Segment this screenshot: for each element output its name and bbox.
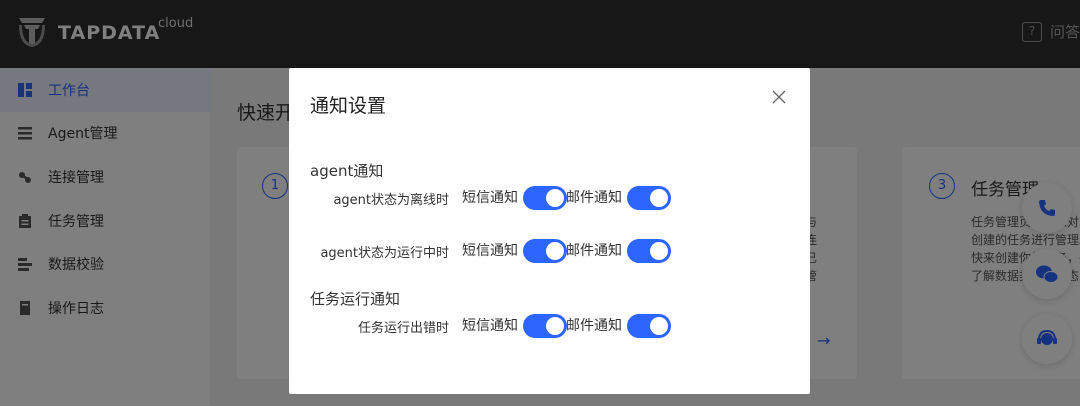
notification-row: 任务运行出错时 短信通知 邮件通知 (289, 313, 810, 339)
toggle-knob (546, 242, 564, 260)
section-task-notification: 任务运行通知 (310, 290, 401, 308)
email-toggle[interactable] (627, 314, 671, 338)
sms-toggle[interactable] (523, 239, 567, 263)
email-toggle[interactable] (627, 186, 671, 210)
email-label: 邮件通知 (566, 190, 622, 206)
email-label: 邮件通知 (566, 318, 622, 334)
close-icon[interactable] (772, 90, 786, 104)
sms-label: 短信通知 (462, 318, 518, 334)
row-label: agent状态为离线时 (333, 193, 449, 208)
row-label: 任务运行出错时 (357, 321, 449, 336)
toggle-knob (546, 317, 564, 335)
sms-toggle[interactable] (523, 314, 567, 338)
notification-row: agent状态为运行中时 短信通知 邮件通知 (289, 238, 810, 264)
notification-settings-dialog: 通知设置 agent通知 agent状态为离线时 短信通知 邮件通知 agent… (289, 68, 810, 394)
toggle-knob (650, 242, 668, 260)
dialog-title: 通知设置 (310, 95, 387, 117)
sms-toggle[interactable] (523, 186, 567, 210)
email-toggle[interactable] (627, 239, 671, 263)
section-agent-notification: agent通知 (310, 162, 384, 180)
sms-label: 短信通知 (462, 243, 518, 259)
email-label: 邮件通知 (566, 243, 622, 259)
row-label: agent状态为运行中时 (320, 246, 449, 261)
toggle-knob (650, 189, 668, 207)
sms-label: 短信通知 (462, 190, 518, 206)
notification-row: agent状态为离线时 短信通知 邮件通知 (289, 185, 810, 211)
toggle-knob (546, 189, 564, 207)
toggle-knob (650, 317, 668, 335)
